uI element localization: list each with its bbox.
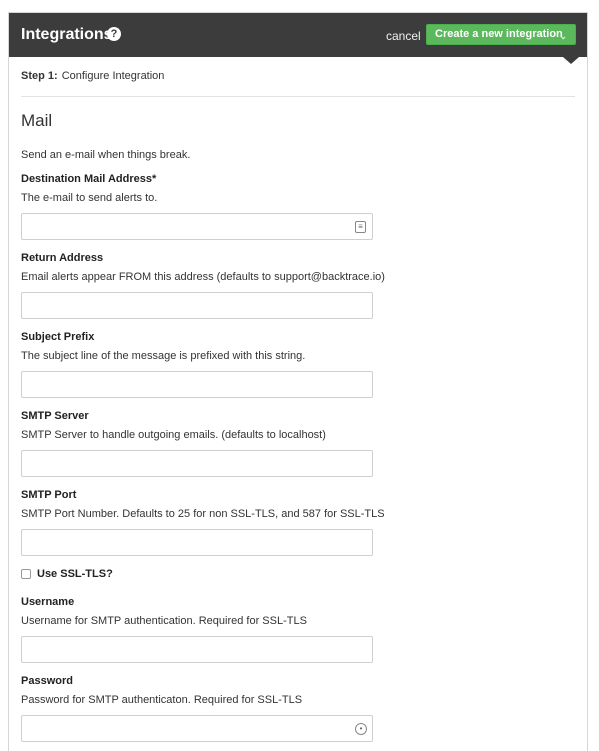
ssl-tls-checkbox[interactable] (21, 569, 31, 579)
integrations-panel: Integrations ? cancel Create a new integ… (8, 12, 588, 751)
destination-address-input[interactable] (21, 213, 373, 240)
contact-card-icon[interactable]: ≡ (355, 221, 366, 233)
chevron-down-icon: ⌄ (559, 31, 567, 41)
smtp-port-label: SMTP Port (21, 489, 77, 501)
smtp-server-input[interactable] (21, 450, 373, 477)
section-title: Mail (21, 111, 53, 130)
create-integration-label: Create a new integration (435, 28, 563, 40)
divider (21, 96, 575, 97)
smtp-server-label: SMTP Server (21, 410, 89, 422)
step-number: Step 1: (21, 70, 58, 82)
step-indicator: Step 1: Configure Integration (21, 70, 164, 82)
smtp-port-description: SMTP Port Number. Defaults to 25 for non… (21, 508, 385, 520)
username-input[interactable] (21, 636, 373, 663)
subject-prefix-description: The subject line of the message is prefi… (21, 350, 306, 362)
subject-prefix-label: Subject Prefix (21, 331, 95, 343)
header-pointer (563, 57, 579, 64)
destination-address-label: Destination Mail Address* (21, 173, 157, 185)
destination-address-description: The e-mail to send alerts to. (21, 192, 158, 204)
username-label: Username (21, 596, 75, 608)
password-label: Password (21, 675, 73, 687)
return-address-description: Email alerts appear FROM this address (d… (21, 271, 385, 283)
return-address-label: Return Address (21, 252, 104, 264)
cancel-link[interactable]: cancel (386, 29, 421, 43)
smtp-port-input[interactable] (21, 529, 373, 556)
return-address-input[interactable] (21, 292, 373, 319)
smtp-server-description: SMTP Server to handle outgoing emails. (… (21, 429, 326, 441)
page-title: Integrations (21, 26, 113, 43)
subject-prefix-input[interactable] (21, 371, 373, 398)
username-description: Username for SMTP authentication. Requir… (21, 615, 307, 627)
panel-header: Integrations ? cancel Create a new integ… (9, 13, 587, 57)
password-description: Password for SMTP authenticaton. Require… (21, 694, 303, 706)
create-integration-button[interactable]: Create a new integration ⌄ (426, 24, 576, 45)
help-icon[interactable]: ? (107, 27, 121, 41)
password-manager-icon[interactable]: • (355, 723, 367, 735)
step-label: Configure Integration (61, 70, 165, 82)
section-description: Send an e-mail when things break. (21, 149, 191, 161)
password-input[interactable] (21, 715, 373, 742)
ssl-tls-label[interactable]: Use SSL-TLS? (37, 568, 113, 580)
